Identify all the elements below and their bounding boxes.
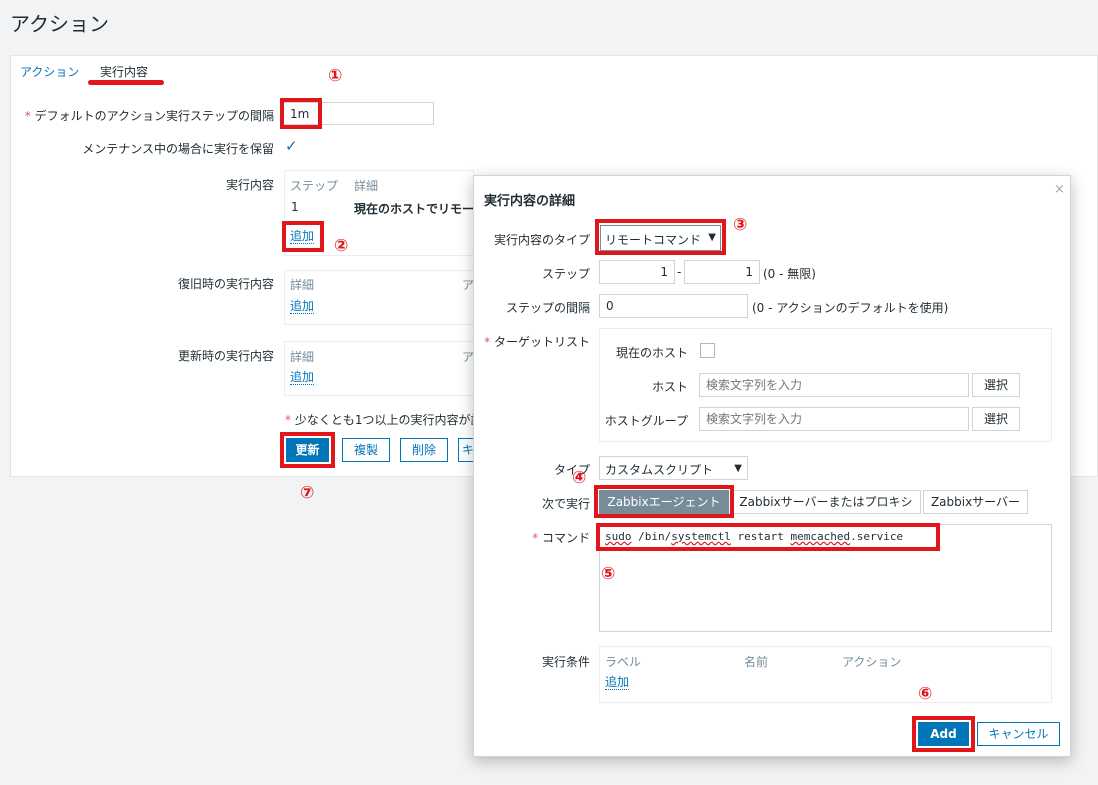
host-label: ホスト <box>651 380 688 394</box>
conditions-label: 実行条件 <box>541 655 590 669</box>
execute-on-server-option[interactable]: Zabbixサーバー <box>923 490 1028 514</box>
step-duration-hint: (0 - アクションのデフォルトを使用) <box>752 301 949 315</box>
current-host-checkbox[interactable] <box>700 343 715 358</box>
hostgroup-search-input[interactable] <box>699 407 969 431</box>
commands-label: * コマンド <box>532 531 590 545</box>
step-duration-input[interactable] <box>599 294 748 318</box>
steps-hint: (0 - 無限) <box>763 267 816 281</box>
close-icon[interactable]: × <box>1054 182 1065 197</box>
update-col-detail: 詳細 <box>290 350 315 364</box>
page-title: アクション <box>10 12 109 36</box>
chevron-down-icon: ▼ <box>734 463 742 474</box>
step-to-input[interactable] <box>684 260 760 284</box>
current-host-label: 現在のホスト <box>615 346 688 360</box>
operations-row-step: 1 <box>291 200 299 214</box>
annotation-4: ④ <box>572 468 587 488</box>
pause-maintenance-label: メンテナンス中の場合に実行を保留 <box>82 142 274 156</box>
highlight-box-commands <box>596 523 940 551</box>
update-add-link[interactable]: 追加 <box>290 370 315 385</box>
annotation-2: ② <box>334 236 349 256</box>
hostgroup-select-button[interactable]: 選択 <box>972 407 1020 431</box>
recovery-add-link[interactable]: 追加 <box>290 299 315 314</box>
delete-button[interactable]: 削除 <box>400 438 448 462</box>
recovery-col-detail: 詳細 <box>290 278 315 292</box>
tab-operations[interactable]: 実行内容 <box>100 63 148 80</box>
highlight-box-update <box>280 432 335 468</box>
steps-label: ステップ <box>541 267 590 281</box>
operations-col-detail: 詳細 <box>354 179 379 193</box>
highlight-box-execute-on <box>594 485 734 518</box>
dialog-cancel-button[interactable]: キャンセル <box>977 722 1060 746</box>
clone-button[interactable]: 複製 <box>342 438 390 462</box>
operations-row-detail[interactable]: 現在のホストでリモー <box>354 200 474 217</box>
step-duration-label: ステップの間隔 <box>505 301 590 315</box>
conditions-col-label: ラベル <box>605 655 642 669</box>
target-list-label: * ターゲットリスト <box>484 335 590 349</box>
script-type-select[interactable]: カスタムスクリプト ▼ <box>599 456 748 480</box>
required-footnote: * 少なくとも1つ以上の実行内容が設 <box>285 413 483 427</box>
default-step-label: * デフォルトのアクション実行ステップの間隔 <box>24 109 274 123</box>
highlight-box-default-step <box>280 98 322 129</box>
highlight-box-add <box>282 221 324 252</box>
annotation-5: ⑤ <box>601 564 616 584</box>
recovery-operations-label: 復旧時の実行内容 <box>177 277 274 291</box>
execute-on-label: 次で実行 <box>541 497 590 511</box>
pause-maintenance-checkbox[interactable]: ✓ <box>285 137 298 155</box>
hostgroup-label: ホストグループ <box>604 414 688 428</box>
execute-on-server-proxy-option[interactable]: Zabbixサーバーまたはプロキシ <box>731 490 921 514</box>
annotation-6: ⑥ <box>918 684 933 704</box>
conditions-col-action: アクション <box>842 655 902 669</box>
annotation-7: ⑦ <box>300 483 315 503</box>
steps-dash: - <box>677 265 682 279</box>
conditions-col-name: 名前 <box>744 655 769 669</box>
tab-action[interactable]: アクション <box>20 63 79 80</box>
highlight-box-add-button <box>912 716 975 752</box>
host-select-button[interactable]: 選択 <box>972 373 1020 397</box>
host-search-input[interactable] <box>699 373 969 397</box>
operations-col-step: ステップ <box>290 179 339 193</box>
conditions-table <box>599 646 1052 703</box>
operation-type-label: 実行内容のタイプ <box>493 233 590 247</box>
step-from-input[interactable] <box>599 260 675 284</box>
operations-label: 実行内容 <box>225 178 274 192</box>
update-operations-label: 更新時の実行内容 <box>177 349 274 363</box>
script-type-value: カスタムスクリプト <box>605 463 714 477</box>
dialog-title: 実行内容の詳細 <box>484 194 576 209</box>
annotation-1: ① <box>328 66 343 86</box>
tab-highlight-mark <box>88 80 164 85</box>
annotation-3: ③ <box>733 215 748 235</box>
highlight-box-operation-type <box>595 219 726 255</box>
conditions-add-link[interactable]: 追加 <box>605 675 630 690</box>
